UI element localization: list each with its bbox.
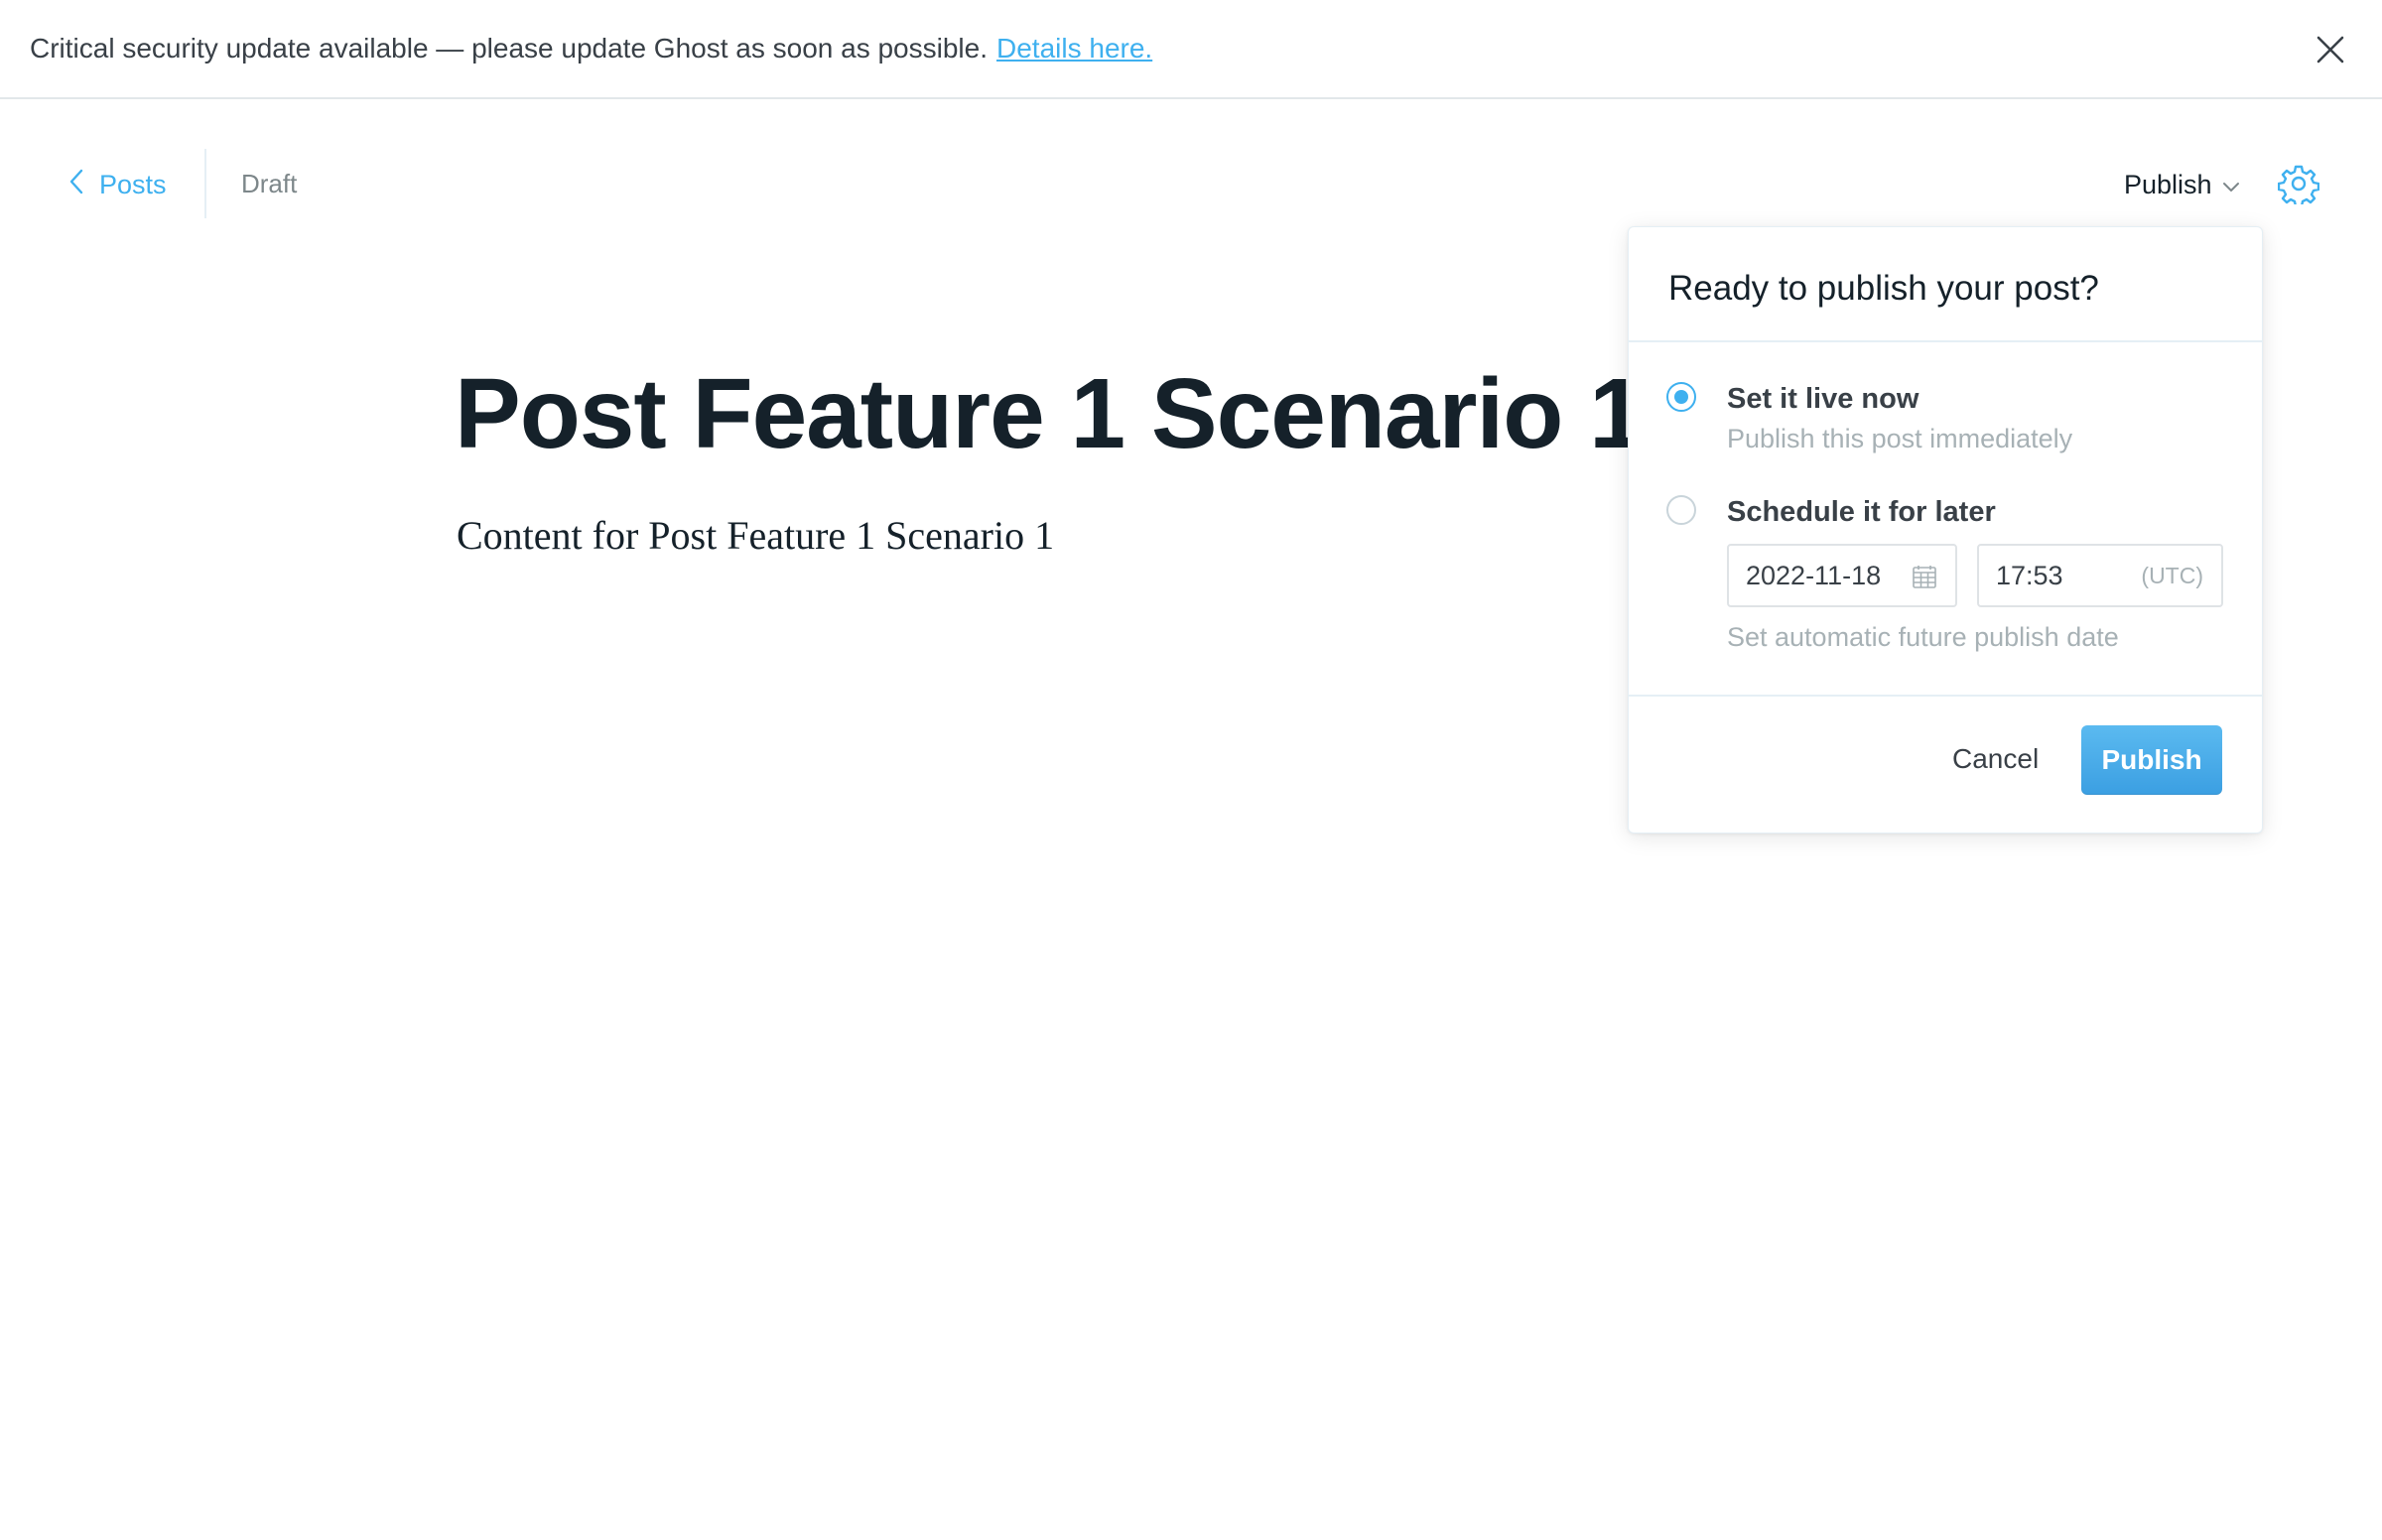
option-label-schedule-later[interactable]: Schedule it for later xyxy=(1727,496,1996,529)
publish-button[interactable]: Publish xyxy=(2081,725,2222,795)
publish-dropdown: Ready to publish your post? Set it live … xyxy=(1628,226,2263,834)
post-title[interactable]: Post Feature 1 Scenario 1 xyxy=(455,357,1645,471)
chevron-left-icon xyxy=(67,168,85,202)
option-description-schedule-later: Set automatic future publish date xyxy=(1727,622,2119,652)
gear-icon[interactable] xyxy=(2277,163,2320,208)
date-input[interactable]: 2022-11-18 xyxy=(1727,544,1957,607)
radio-publish-now[interactable] xyxy=(1666,382,1696,412)
divider xyxy=(1629,695,2262,697)
divider xyxy=(1629,340,2262,342)
header-divider xyxy=(204,149,206,218)
chevron-down-icon xyxy=(2222,170,2240,200)
back-label: Posts xyxy=(99,169,167,199)
time-input[interactable]: 17:53 (UTC) xyxy=(1977,544,2223,607)
radio-schedule-later[interactable] xyxy=(1666,495,1696,525)
post-status: Draft xyxy=(241,169,298,198)
banner-message: Critical security update available — ple… xyxy=(30,33,988,64)
cancel-button[interactable]: Cancel xyxy=(1952,743,2039,775)
back-to-posts-link[interactable]: Posts xyxy=(67,163,167,206)
banner-details-link[interactable]: Details here. xyxy=(996,33,1152,64)
post-body[interactable]: Content for Post Feature 1 Scenario 1 xyxy=(457,512,1054,559)
close-icon[interactable] xyxy=(2313,32,2348,67)
date-value: 2022-11-18 xyxy=(1746,560,1882,590)
calendar-icon[interactable] xyxy=(1912,564,1937,589)
time-value: 17:53 xyxy=(1996,560,2063,590)
option-description-publish-now: Publish this post immediately xyxy=(1727,424,2073,453)
notification-banner: Critical security update available — ple… xyxy=(0,0,2382,99)
dropdown-title: Ready to publish your post? xyxy=(1668,269,2099,308)
option-label-publish-now[interactable]: Set it live now xyxy=(1727,383,1919,416)
publish-menu-label: Publish xyxy=(2124,169,2212,199)
timezone-label: (UTC) xyxy=(2141,562,2203,588)
publish-menu-trigger[interactable]: Publish xyxy=(2124,165,2240,204)
